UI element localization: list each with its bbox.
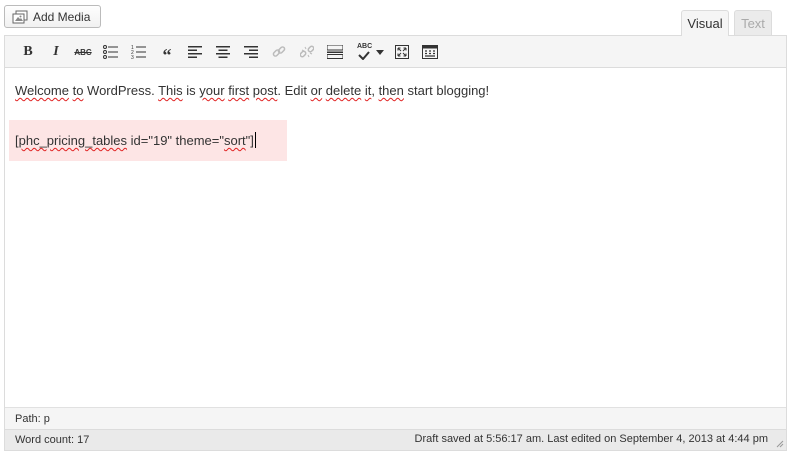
misspelled-word: first [228, 83, 250, 98]
text-run: start blogging! [403, 83, 490, 98]
editor-content[interactable]: Welcome to WordPress. This is your first… [5, 68, 786, 407]
align-right-button[interactable] [240, 41, 262, 63]
numbered-list-button[interactable]: 1 2 3 [128, 41, 150, 63]
remove-link-button[interactable] [296, 41, 318, 63]
add-media-label: Add Media [33, 9, 91, 24]
post-paragraph: Welcome to WordPress. This is your first… [15, 83, 489, 98]
draft-status: Draft saved at 5:56:17 am. Last edited o… [414, 433, 768, 445]
misspelled-word: This [158, 83, 183, 98]
spellcheck-label: ABC [357, 43, 373, 50]
shortcode-text: [phc_pricing_tables id="19" theme="sort"… [15, 132, 256, 148]
kitchen-sink-button[interactable] [419, 41, 441, 63]
bulleted-list-icon [103, 45, 118, 59]
bold-button[interactable]: B [17, 41, 39, 63]
status-bar: Word count: 17 Draft saved at 5:56:17 am… [5, 429, 786, 450]
unlink-icon [300, 45, 314, 58]
blockquote-button[interactable]: “ [156, 41, 178, 65]
align-right-icon [244, 46, 258, 58]
chevron-down-icon [376, 49, 384, 55]
bold-icon: B [23, 44, 33, 59]
text-run: "] [245, 133, 254, 148]
align-center-button[interactable] [212, 41, 234, 63]
misspelled-word: post [252, 83, 278, 98]
text-run: , [371, 83, 379, 98]
misspelled-word: then [378, 83, 404, 98]
tab-text[interactable]: Text [734, 10, 772, 35]
path-label: Path: p [15, 412, 50, 425]
align-left-button[interactable] [184, 41, 206, 63]
path-bar: Path: p [5, 407, 786, 429]
read-more-icon [327, 45, 343, 59]
spellcheck-icon: ABC [356, 43, 374, 61]
text-cursor [254, 132, 256, 148]
spellcheck-button[interactable]: ABC [354, 41, 386, 63]
blockquote-icon: “ [162, 45, 172, 65]
misspelled-word: delete [325, 83, 362, 98]
svg-text:3: 3 [131, 55, 134, 59]
numbered-list-icon: 1 2 3 [131, 45, 146, 59]
fullscreen-icon [395, 45, 409, 59]
resize-grip-icon[interactable] [774, 438, 784, 448]
bulleted-list-button[interactable] [100, 41, 122, 63]
misspelled-word: Welcome [15, 83, 69, 98]
misspelled-word: to [72, 83, 84, 98]
word-count: Word count: 17 [15, 434, 90, 446]
insert-more-button[interactable] [324, 41, 346, 63]
kitchen-sink-icon [422, 45, 438, 59]
strikethrough-icon: ABC [74, 47, 92, 57]
text-run: id="19" theme=" [127, 133, 224, 148]
link-icon [272, 46, 286, 57]
align-left-icon [188, 46, 202, 58]
misspelled-word: or [310, 83, 323, 98]
shortcode-block[interactable]: [phc_pricing_tables id="19" theme="sort"… [9, 120, 287, 161]
text-run: is [182, 83, 200, 98]
align-center-icon [216, 46, 230, 58]
media-icon [12, 10, 28, 23]
misspelled-word: sort [224, 133, 246, 148]
fullscreen-button[interactable] [391, 41, 413, 63]
add-media-button[interactable]: Add Media [4, 5, 101, 28]
italic-icon: I [53, 44, 59, 59]
strikethrough-button[interactable]: ABC [72, 41, 94, 63]
misspelled-word: [phc_pricing_tables [15, 133, 128, 148]
editor-toolbar: B I ABC 1 2 3 “ ABC [5, 36, 786, 68]
italic-button[interactable]: I [45, 41, 67, 63]
editor: B I ABC 1 2 3 “ ABC Welcome to WordPress… [4, 35, 787, 451]
misspelled-word: your [199, 83, 225, 98]
tab-visual[interactable]: Visual [681, 10, 729, 36]
insert-link-button[interactable] [268, 41, 290, 63]
text-run: WordPress. [83, 83, 159, 98]
text-run: . Edit [277, 83, 311, 98]
